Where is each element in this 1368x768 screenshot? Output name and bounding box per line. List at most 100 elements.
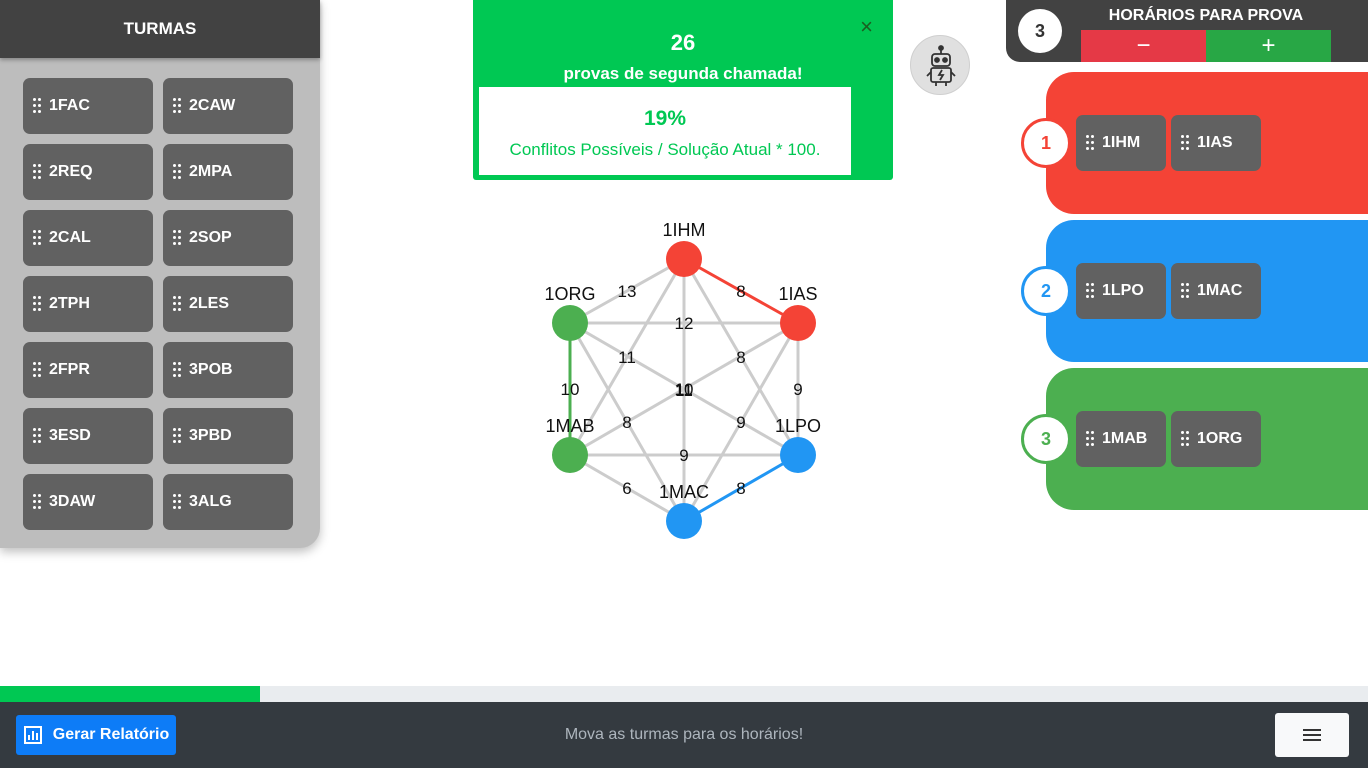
turma-chip[interactable]: 2CAW — [163, 78, 293, 134]
conflict-percent: 19% — [643, 107, 687, 130]
slot-number: 1 — [1021, 118, 1071, 168]
remove-horario-button[interactable]: − — [1081, 30, 1206, 62]
menu-button[interactable] — [1275, 713, 1349, 757]
edge-weight-label: 11 — [675, 380, 693, 399]
drag-handle-icon[interactable] — [1086, 283, 1096, 299]
turma-label: 2REQ — [49, 163, 93, 180]
horarios-control: 3 HORÁRIOS PARA PROVA − + — [1006, 0, 1368, 62]
drag-handle-icon[interactable] — [33, 362, 43, 378]
horario-slot-2[interactable]: 2 1LPO 1MAC — [1021, 220, 1368, 362]
turma-chip[interactable]: 2LES — [163, 276, 293, 332]
node-label: 1LPO — [775, 416, 821, 436]
turma-label: 2FPR — [49, 361, 90, 378]
drag-handle-icon[interactable] — [173, 494, 183, 510]
add-horario-button[interactable]: + — [1206, 30, 1331, 62]
edge-weight-label: 10 — [561, 380, 580, 399]
horarios-title: HORÁRIOS PARA PROVA — [1108, 7, 1304, 24]
node-label: 1IAS — [778, 284, 817, 304]
turma-chip[interactable]: 3ESD — [23, 408, 153, 464]
turma-chip[interactable]: 3ALG — [163, 474, 293, 530]
horarios-count: 3 — [1018, 9, 1062, 53]
edge-weight-label: 8 — [736, 348, 745, 367]
alert-count: 26 — [670, 30, 696, 55]
drag-handle-icon[interactable] — [33, 494, 43, 510]
edge-weight-label: 9 — [679, 446, 688, 465]
turma-label: 1IAS — [1197, 134, 1233, 151]
percent-description: Conflitos Possíveis / Solução Atual * 10… — [509, 140, 821, 159]
turma-chip[interactable]: 1MAB — [1076, 411, 1166, 467]
turma-chip[interactable]: 2MPA — [163, 144, 293, 200]
turma-chip[interactable]: 2CAL — [23, 210, 153, 266]
slot-number: 2 — [1021, 266, 1071, 316]
graph-node[interactable] — [666, 503, 702, 539]
drag-handle-icon[interactable] — [1086, 135, 1096, 151]
node-label: 1ORG — [544, 284, 595, 304]
graph-node[interactable] — [552, 437, 588, 473]
edge-weight-label: 6 — [622, 479, 631, 498]
edge-weight-label: 9 — [793, 380, 802, 399]
drag-handle-icon[interactable] — [1181, 283, 1191, 299]
turma-label: 2TPH — [49, 295, 90, 312]
close-icon[interactable]: × — [860, 16, 873, 38]
turma-chip[interactable]: 3DAW — [23, 474, 153, 530]
turma-label: 1ORG — [1197, 430, 1243, 447]
alert-subtitle: provas de segunda chamada! — [563, 64, 803, 83]
turma-chip[interactable]: 1MAC — [1171, 263, 1261, 319]
turma-chip[interactable]: 2TPH — [23, 276, 153, 332]
drag-handle-icon[interactable] — [173, 296, 183, 312]
turma-label: 2CAL — [49, 229, 91, 246]
turma-label: 2SOP — [189, 229, 232, 246]
drag-handle-icon[interactable] — [1181, 135, 1191, 151]
turma-chip[interactable]: 1ORG — [1171, 411, 1261, 467]
graph-node[interactable] — [666, 241, 702, 277]
turma-label: 2MPA — [189, 163, 233, 180]
turma-chip[interactable]: 2FPR — [23, 342, 153, 398]
percent-box: 19% Conflitos Possíveis / Solução Atual … — [479, 87, 851, 175]
edge-weight-label: 13 — [618, 282, 637, 301]
drag-handle-icon[interactable] — [33, 98, 43, 114]
turma-chip[interactable]: 2REQ — [23, 144, 153, 200]
drag-handle-icon[interactable] — [33, 230, 43, 246]
drag-handle-icon[interactable] — [173, 164, 183, 180]
edge-weight-label: 12 — [675, 314, 694, 333]
turma-label: 3ESD — [49, 427, 91, 444]
robot-button[interactable] — [910, 35, 970, 95]
graph-node[interactable] — [780, 305, 816, 341]
footer-message: Mova as turmas para os horários! — [564, 726, 804, 743]
turma-label: 1IHM — [1102, 134, 1141, 151]
horario-slot-3[interactable]: 3 1MAB 1ORG — [1021, 368, 1368, 510]
turma-chip[interactable]: 1IAS — [1171, 115, 1261, 171]
drag-handle-icon[interactable] — [173, 230, 183, 246]
progress-bar — [0, 686, 1368, 702]
drag-handle-icon[interactable] — [33, 428, 43, 444]
graph-node[interactable] — [552, 305, 588, 341]
turma-chip[interactable]: 3POB — [163, 342, 293, 398]
footer-bar: Gerar Relatório Mova as turmas para os h… — [0, 702, 1368, 768]
conflict-alert: 26 provas de segunda chamada! × 19% Conf… — [473, 0, 893, 180]
turma-label: 2LES — [189, 295, 230, 312]
turma-chip[interactable]: 1IHM — [1076, 115, 1166, 171]
turma-label: 3PBD — [189, 427, 232, 444]
drag-handle-icon[interactable] — [33, 296, 43, 312]
drag-handle-icon[interactable] — [1181, 431, 1191, 447]
graph-node[interactable] — [780, 437, 816, 473]
turma-label: 3DAW — [49, 493, 96, 510]
drag-handle-icon[interactable] — [173, 98, 183, 114]
turma-chip[interactable]: 3PBD — [163, 408, 293, 464]
edge-weight-label: 8 — [736, 282, 745, 301]
drag-handle-icon[interactable] — [1086, 431, 1096, 447]
node-label: 1MAB — [545, 416, 594, 436]
turma-label: 1FAC — [49, 97, 90, 114]
drag-handle-icon[interactable] — [173, 428, 183, 444]
conflict-graph: 8131210 996 811 88 91110111IHM1IAS1ORG1MAB 1L… — [544, 220, 821, 539]
turma-chip[interactable]: 1LPO — [1076, 263, 1166, 319]
drag-handle-icon[interactable] — [33, 164, 43, 180]
sidebar-title: TURMAS — [0, 0, 320, 58]
turma-chip[interactable]: 2SOP — [163, 210, 293, 266]
node-label: 1IHM — [662, 220, 705, 240]
edge-weight-label: 9 — [736, 413, 745, 432]
horario-slot-1[interactable]: 1 1IHM 1IAS — [1021, 72, 1368, 214]
turma-label: 1MAB — [1102, 430, 1148, 447]
turma-chip[interactable]: 1FAC — [23, 78, 153, 134]
drag-handle-icon[interactable] — [173, 362, 183, 378]
